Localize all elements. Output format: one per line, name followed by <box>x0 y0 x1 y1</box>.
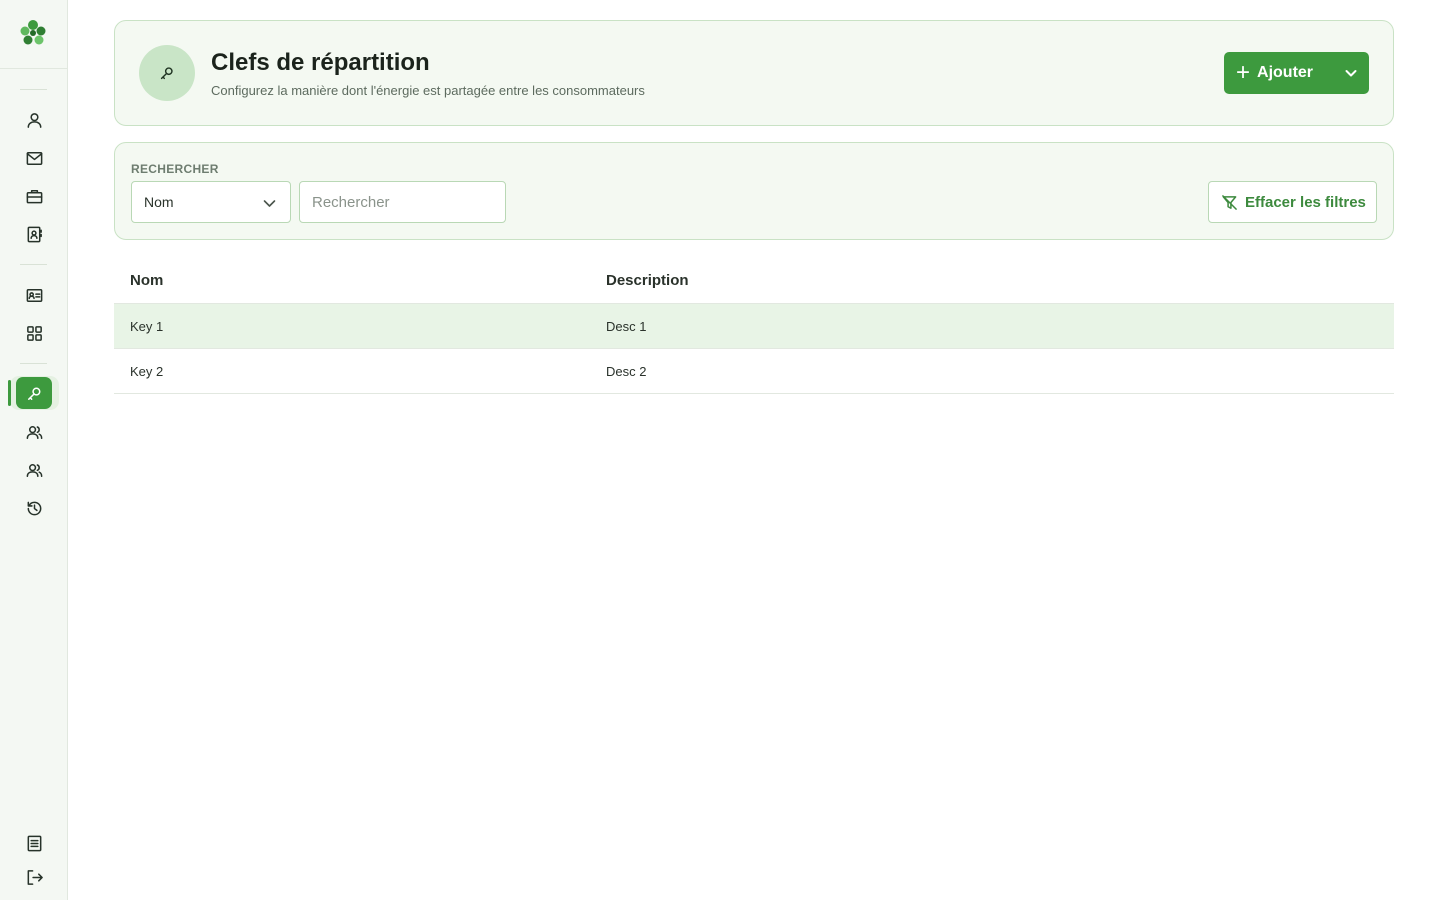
sidebar-divider <box>20 363 47 364</box>
mail-icon <box>26 151 42 165</box>
clear-filters-label: Effacer les filtres <box>1245 193 1366 211</box>
contact-book-icon <box>27 226 42 242</box>
sidebar-divider <box>20 89 47 90</box>
add-button-label: Ajouter <box>1257 64 1314 81</box>
logout-icon <box>27 869 43 885</box>
grid-icon <box>26 325 42 341</box>
active-indicator <box>8 380 11 406</box>
search-section-label: RECHERCHER <box>131 162 219 176</box>
table-row[interactable]: Key 2 Desc 2 <box>114 349 1394 394</box>
user-icon <box>27 112 41 128</box>
sidebar-item-history[interactable] <box>16 492 52 524</box>
page-title: Clefs de répartition <box>211 49 430 76</box>
search-field-select[interactable]: Nom <box>131 181 291 223</box>
header-badge <box>139 45 195 101</box>
clover-logo-icon[interactable] <box>18 18 48 48</box>
sidebar-item-keys[interactable] <box>16 377 52 409</box>
history-icon <box>27 501 41 515</box>
cell-description: Desc 1 <box>606 318 647 334</box>
column-header-name[interactable]: Nom <box>130 272 163 289</box>
keys-table: Nom Description Key 1 Desc 1 Key 2 Desc … <box>114 258 1394 394</box>
search-field-value: Nom <box>144 194 174 210</box>
cell-name: Key 2 <box>130 363 164 379</box>
sidebar-divider <box>0 68 68 69</box>
cell-name: Key 1 <box>130 318 164 334</box>
sidebar-item-user[interactable] <box>16 104 52 136</box>
sidebar-item-documents[interactable] <box>16 827 52 859</box>
column-header-description[interactable]: Description <box>606 272 689 289</box>
sidebar-divider <box>20 264 47 265</box>
users-icon <box>26 425 42 439</box>
add-options-dropdown[interactable] <box>1332 52 1369 94</box>
sidebar-item-logout[interactable] <box>16 861 52 893</box>
sidebar-item-apps[interactable] <box>16 317 52 349</box>
briefcase-icon <box>26 189 42 203</box>
chevron-down-icon <box>263 200 276 207</box>
document-icon <box>27 835 41 851</box>
sidebar-item-id-card[interactable] <box>16 279 52 311</box>
search-filters: RECHERCHER Nom Effacer les filtres <box>114 142 1394 240</box>
users-group-icon <box>26 463 42 477</box>
add-split-button: + Ajouter <box>1224 52 1369 94</box>
sidebar-item-users[interactable] <box>16 416 52 448</box>
chevron-down-icon <box>1345 70 1356 77</box>
clear-filters-button[interactable]: Effacer les filtres <box>1208 181 1377 223</box>
key-icon <box>160 67 173 80</box>
add-button[interactable]: + Ajouter <box>1224 52 1332 94</box>
sidebar <box>0 0 68 900</box>
sidebar-item-contacts[interactable] <box>16 218 52 250</box>
search-input[interactable] <box>299 181 506 223</box>
table-row[interactable]: Key 1 Desc 1 <box>114 304 1394 349</box>
key-icon <box>27 387 40 400</box>
sidebar-item-groups[interactable] <box>16 454 52 486</box>
sidebar-item-briefcase[interactable] <box>16 180 52 212</box>
page-header: Clefs de répartition Configurez la maniè… <box>114 20 1394 126</box>
filter-off-icon <box>1222 194 1237 210</box>
plus-icon: + <box>1236 59 1251 86</box>
sidebar-item-mail[interactable] <box>16 142 52 174</box>
page-subtitle: Configurez la manière dont l'énergie est… <box>211 83 645 98</box>
table-header: Nom Description <box>114 258 1394 304</box>
cell-description: Desc 2 <box>606 363 647 379</box>
id-card-icon <box>26 288 42 302</box>
